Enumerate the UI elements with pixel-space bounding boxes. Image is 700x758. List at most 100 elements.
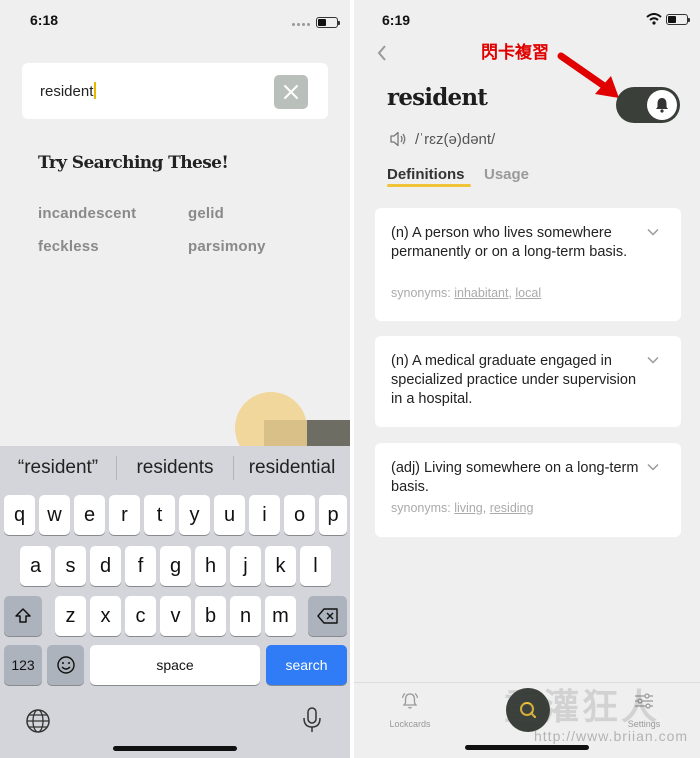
shift-key[interactable] xyxy=(4,596,42,636)
tab-lockcards[interactable]: Lockcards xyxy=(370,691,450,729)
delete-key[interactable] xyxy=(308,596,347,636)
battery-icon xyxy=(316,16,340,28)
play-pronunciation-button[interactable] xyxy=(389,131,407,152)
key-r[interactable]: r xyxy=(109,495,140,535)
key-l[interactable]: l xyxy=(300,546,331,586)
key-d[interactable]: d xyxy=(90,546,121,586)
key-t[interactable]: t xyxy=(144,495,175,535)
chevron-down-icon[interactable] xyxy=(647,356,659,364)
annotation-arrow-icon xyxy=(557,52,619,98)
synonyms-line: synonyms: living, residing xyxy=(391,501,534,515)
synonym-link[interactable]: living xyxy=(454,501,483,515)
prediction-item[interactable]: “resident” xyxy=(0,457,116,479)
key-m[interactable]: m xyxy=(265,596,296,636)
synonyms-line: synonyms: inhabitant, local xyxy=(391,286,542,300)
key-b[interactable]: b xyxy=(195,596,226,636)
microphone-icon xyxy=(303,707,321,732)
definition-card[interactable]: (n) A medical graduate engaged in specia… xyxy=(375,336,681,427)
key-e[interactable]: e xyxy=(74,495,105,535)
close-icon xyxy=(284,85,298,99)
chevron-down-icon[interactable] xyxy=(647,228,659,236)
clear-search-button[interactable] xyxy=(274,75,308,109)
watermark-url: http://www.briian.com xyxy=(534,728,689,744)
text-cursor xyxy=(94,82,97,99)
on-screen-keyboard: “resident” residents residential q w e r… xyxy=(0,446,350,758)
key-u[interactable]: u xyxy=(214,495,245,535)
key-v[interactable]: v xyxy=(160,596,191,636)
suggestion-link[interactable]: gelid xyxy=(188,205,224,222)
suggestion-link[interactable]: incandescent xyxy=(38,205,136,222)
key-w[interactable]: w xyxy=(39,495,70,535)
globe-icon xyxy=(26,709,50,733)
home-indicator[interactable] xyxy=(113,746,237,751)
definition-card[interactable]: (adj) Living somewhere on a long-term ba… xyxy=(375,443,681,537)
chevron-left-icon xyxy=(377,45,386,61)
key-i[interactable]: i xyxy=(249,495,280,535)
emoji-icon xyxy=(56,656,75,674)
key-z[interactable]: z xyxy=(55,596,86,636)
toggle-knob xyxy=(647,90,677,120)
tab-definitions[interactable]: Definitions xyxy=(387,166,465,183)
suggestion-link[interactable]: parsimony xyxy=(188,238,266,255)
right-phone-screen: 6:19 閃卡複習 resident /ˈrɛz(ə)dənt/ Definit… xyxy=(354,0,700,758)
key-s[interactable]: s xyxy=(55,546,86,586)
definition-text: (n) A person who lives somewhere permane… xyxy=(391,225,628,260)
suggestions-heading: Try Searching These! xyxy=(38,153,229,173)
key-y[interactable]: y xyxy=(179,495,210,535)
definition-text: (n) A medical graduate engaged in specia… xyxy=(391,353,637,407)
status-icons xyxy=(646,13,690,25)
active-tab-indicator xyxy=(387,184,471,187)
key-q[interactable]: q xyxy=(4,495,35,535)
backspace-icon xyxy=(316,608,338,624)
annotation-label: 閃卡複習 xyxy=(481,43,549,62)
globe-key[interactable] xyxy=(25,708,51,739)
key-p[interactable]: p xyxy=(319,495,347,535)
key-a[interactable]: a xyxy=(20,546,51,586)
tab-usage[interactable]: Usage xyxy=(484,166,529,183)
pronunciation: /ˈrɛz(ə)dənt/ xyxy=(415,131,496,148)
key-f[interactable]: f xyxy=(125,546,156,586)
bell-icon xyxy=(401,693,419,709)
definition-card[interactable]: (n) A person who lives somewhere permane… xyxy=(375,208,681,321)
bell-icon xyxy=(656,98,668,113)
home-indicator[interactable] xyxy=(465,745,589,750)
synonym-link[interactable]: inhabitant xyxy=(454,286,508,300)
synonym-link[interactable]: residing xyxy=(490,501,534,515)
dictation-key[interactable] xyxy=(302,706,322,739)
key-x[interactable]: x xyxy=(90,596,121,636)
key-k[interactable]: k xyxy=(265,546,296,586)
wifi-icon xyxy=(646,13,662,25)
flashcard-review-toggle[interactable] xyxy=(616,87,680,123)
status-time: 6:18 xyxy=(30,12,59,28)
decorative-block xyxy=(264,420,307,448)
signal-icon xyxy=(292,13,312,31)
decorative-block xyxy=(307,420,350,448)
numbers-key[interactable]: 123 xyxy=(4,645,42,685)
watermark: 重灌狂人 xyxy=(504,686,661,727)
suggestion-link[interactable]: feckless xyxy=(38,238,99,255)
key-j[interactable]: j xyxy=(230,546,261,586)
status-time: 6:19 xyxy=(382,12,411,28)
search-input[interactable]: resident xyxy=(22,63,328,119)
chevron-down-icon[interactable] xyxy=(647,463,659,471)
back-button[interactable] xyxy=(376,44,388,67)
battery-icon xyxy=(666,13,690,25)
predictive-bar: “resident” residents residential xyxy=(0,446,350,490)
key-n[interactable]: n xyxy=(230,596,261,636)
prediction-item[interactable]: residential xyxy=(234,457,350,479)
shift-arrow-icon xyxy=(15,608,31,623)
prediction-item[interactable]: residents xyxy=(117,457,233,479)
key-g[interactable]: g xyxy=(160,546,191,586)
key-o[interactable]: o xyxy=(284,495,315,535)
key-c[interactable]: c xyxy=(125,596,156,636)
speaker-icon xyxy=(390,131,406,147)
search-key[interactable]: search xyxy=(266,645,347,685)
space-key[interactable]: space xyxy=(90,645,260,685)
key-h[interactable]: h xyxy=(195,546,226,586)
synonym-link[interactable]: local xyxy=(515,286,541,300)
synonyms-label: synonyms: xyxy=(391,501,451,515)
search-input-value: resident xyxy=(40,82,97,100)
status-icons xyxy=(292,13,340,31)
emoji-key[interactable] xyxy=(47,645,84,685)
left-phone-screen: 6:18 resident Try Searching These! incan… xyxy=(0,0,350,758)
